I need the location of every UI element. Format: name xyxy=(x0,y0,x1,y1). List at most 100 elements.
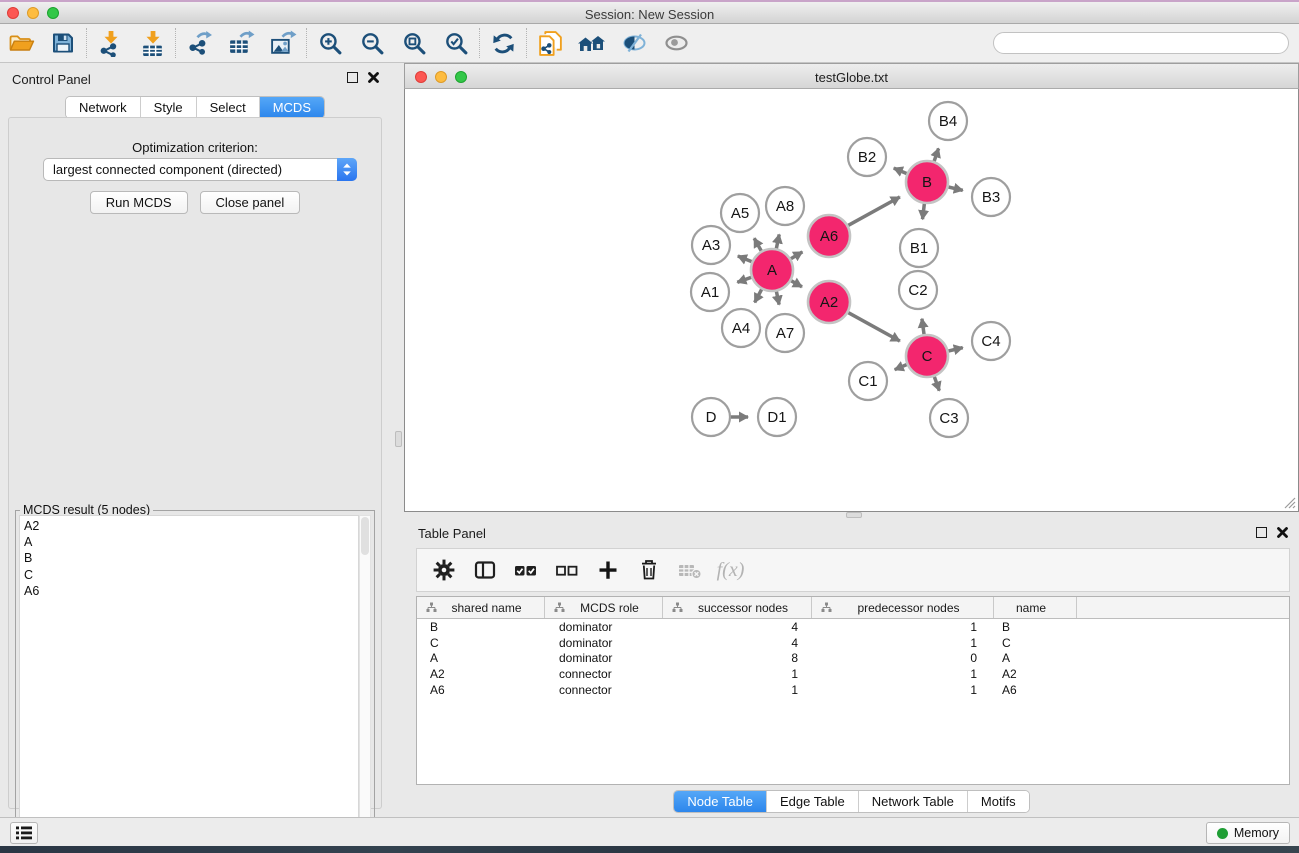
memory-button[interactable]: Memory xyxy=(1206,822,1290,844)
table-settings-button[interactable] xyxy=(425,551,462,589)
clone-network-button[interactable] xyxy=(529,26,571,60)
column-header-MCDS-role[interactable]: MCDS role xyxy=(545,597,663,618)
table-row[interactable]: Bdominator41B xyxy=(417,619,1289,635)
task-history-button[interactable] xyxy=(10,822,38,844)
table-cell[interactable]: 1 xyxy=(812,683,994,697)
close-panel-button[interactable]: Close panel xyxy=(200,191,301,214)
zoom-fit-button[interactable] xyxy=(393,26,435,60)
add-column-button[interactable] xyxy=(589,551,626,589)
graph-node-A1[interactable]: A1 xyxy=(691,273,729,311)
graph-node-C2[interactable]: C2 xyxy=(899,271,937,309)
delete-table-button[interactable] xyxy=(671,551,708,589)
graph-node-B1[interactable]: B1 xyxy=(900,229,938,267)
graph-node-A3[interactable]: A3 xyxy=(692,226,730,264)
column-header-successor-nodes[interactable]: successor nodes xyxy=(663,597,812,618)
import-network-button[interactable] xyxy=(89,26,131,60)
import-table-button[interactable] xyxy=(131,26,173,60)
network-window-titlebar[interactable]: testGlobe.txt xyxy=(404,63,1299,89)
graph-node-B[interactable]: B xyxy=(906,161,948,203)
graph-node-A8[interactable]: A8 xyxy=(766,187,804,225)
table-cell[interactable]: B xyxy=(417,620,545,634)
table-cell[interactable]: 1 xyxy=(812,636,994,650)
float-panel-icon[interactable] xyxy=(347,72,358,83)
open-session-button[interactable] xyxy=(0,26,42,60)
tab-node-table[interactable]: Node Table xyxy=(674,791,766,812)
mcds-result-item[interactable]: B xyxy=(24,550,358,566)
float-panel-icon[interactable] xyxy=(1256,527,1267,538)
table-cell[interactable]: dominator xyxy=(545,620,663,634)
table-cell[interactable]: dominator xyxy=(545,651,663,665)
table-cell[interactable]: C xyxy=(417,636,545,650)
mcds-result-item[interactable]: A6 xyxy=(24,583,358,599)
vertical-splitter-handle[interactable] xyxy=(395,431,402,447)
zoom-selected-button[interactable] xyxy=(435,26,477,60)
export-table-button[interactable] xyxy=(220,26,262,60)
unselect-all-button[interactable] xyxy=(548,551,585,589)
close-panel-icon[interactable] xyxy=(367,71,380,84)
table-cell[interactable]: A xyxy=(417,651,545,665)
graph-node-B4[interactable]: B4 xyxy=(929,102,967,140)
optimization-criterion-select[interactable]: largest connected component (directed) xyxy=(43,158,357,181)
table-cell[interactable]: 0 xyxy=(812,651,994,665)
horizontal-splitter-handle[interactable] xyxy=(846,512,862,518)
table-row[interactable]: A6connector11A6 xyxy=(417,682,1289,698)
save-session-button[interactable] xyxy=(42,26,84,60)
table-cell[interactable]: dominator xyxy=(545,636,663,650)
table-cell[interactable]: 1 xyxy=(663,667,812,681)
table-cell[interactable]: 8 xyxy=(663,651,812,665)
refresh-button[interactable] xyxy=(482,26,524,60)
table-cell[interactable]: connector xyxy=(545,667,663,681)
export-network-button[interactable] xyxy=(178,26,220,60)
column-header-name[interactable]: name xyxy=(994,597,1077,618)
table-cell[interactable]: 1 xyxy=(812,667,994,681)
tab-style[interactable]: Style xyxy=(140,97,196,118)
graph-node-C[interactable]: C xyxy=(906,335,948,377)
zoom-in-button[interactable] xyxy=(309,26,351,60)
select-all-button[interactable] xyxy=(507,551,544,589)
table-cell[interactable]: A6 xyxy=(994,683,1077,697)
tab-select[interactable]: Select xyxy=(196,97,259,118)
graph-edge-A2-C[interactable] xyxy=(845,311,900,341)
graph-node-A6[interactable]: A6 xyxy=(808,215,850,257)
table-row[interactable]: Adominator80A xyxy=(417,651,1289,667)
table-row[interactable]: A2connector11A2 xyxy=(417,666,1289,682)
mcds-result-item[interactable]: A xyxy=(24,534,358,550)
graph-node-A5[interactable]: A5 xyxy=(721,194,759,232)
scrollbar-thumb[interactable] xyxy=(361,517,369,555)
table-cell[interactable]: B xyxy=(994,620,1077,634)
graph-node-B3[interactable]: B3 xyxy=(972,178,1010,216)
graph-node-C3[interactable]: C3 xyxy=(930,399,968,437)
tab-network-table[interactable]: Network Table xyxy=(858,791,967,812)
graph-node-A4[interactable]: A4 xyxy=(722,309,760,347)
home-button[interactable] xyxy=(571,26,613,60)
close-panel-icon[interactable] xyxy=(1276,526,1289,539)
export-image-button[interactable] xyxy=(262,26,304,60)
tab-network[interactable]: Network xyxy=(66,97,140,118)
function-builder-button[interactable]: f(x) xyxy=(712,551,749,589)
hide-panels-button[interactable] xyxy=(613,26,655,60)
search-input[interactable] xyxy=(993,32,1289,54)
graph-node-C1[interactable]: C1 xyxy=(849,362,887,400)
zoom-out-button[interactable] xyxy=(351,26,393,60)
table-row[interactable]: Cdominator41C xyxy=(417,635,1289,651)
network-canvas[interactable]: B4B2BB3A5A8A6B1A3AC2A1A2A4A7CC4C1C3DD1 xyxy=(404,89,1299,512)
column-header-shared-name[interactable]: shared name xyxy=(417,597,545,618)
graph-node-C4[interactable]: C4 xyxy=(972,322,1010,360)
table-cell[interactable]: A xyxy=(994,651,1077,665)
table-cell[interactable]: C xyxy=(994,636,1077,650)
table-cell[interactable]: 4 xyxy=(663,636,812,650)
table-cell[interactable]: 1 xyxy=(663,683,812,697)
graph-node-D1[interactable]: D1 xyxy=(758,398,796,436)
tab-edge-table[interactable]: Edge Table xyxy=(766,791,858,812)
tab-motifs[interactable]: Motifs xyxy=(967,791,1029,812)
mcds-result-item[interactable]: A2 xyxy=(24,518,358,534)
run-mcds-button[interactable]: Run MCDS xyxy=(90,191,188,214)
table-cell[interactable]: A2 xyxy=(417,667,545,681)
graph-node-A7[interactable]: A7 xyxy=(766,314,804,352)
delete-column-button[interactable] xyxy=(630,551,667,589)
result-scrollbar[interactable] xyxy=(359,515,371,850)
table-cell[interactable]: A6 xyxy=(417,683,545,697)
graph-node-A2[interactable]: A2 xyxy=(808,281,850,323)
mcds-result-list[interactable]: A2ABCA6 xyxy=(19,515,359,850)
graph-node-A[interactable]: A xyxy=(751,249,793,291)
